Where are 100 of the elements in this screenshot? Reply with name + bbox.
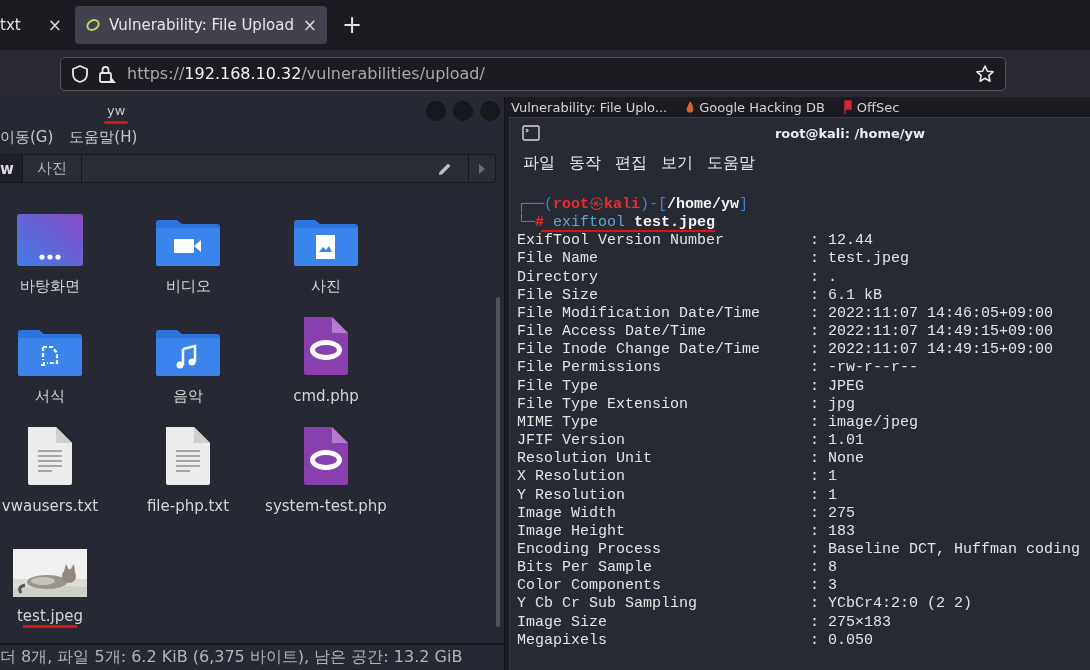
file-name[interactable]: file-php.txt	[146, 496, 230, 515]
prompt-path: /home/yw	[667, 196, 740, 213]
new-tab-button[interactable]: +	[342, 11, 363, 39]
browser-tab[interactable]: txt ×	[0, 6, 72, 44]
file-name[interactable]: 바탕화면	[20, 276, 80, 296]
close-icon[interactable]: ×	[302, 15, 317, 35]
exif-value: : 8	[810, 559, 838, 578]
exif-key: Bits Per Sample	[517, 559, 810, 578]
exif-key: ExifTool Version Number	[517, 232, 810, 251]
template-folder-icon[interactable]	[17, 328, 83, 377]
exif-value: : 2022:11:07 14:46:05+09:00	[810, 304, 1055, 324]
exif-value: : 1.01	[810, 432, 865, 451]
file-name[interactable]: test.jpeg	[17, 606, 83, 625]
exif-value: : 6.1 kB	[810, 286, 883, 305]
exif-value: : test.jpeg	[810, 250, 911, 269]
exif-key: Image Size	[517, 613, 810, 632]
caret-icon	[478, 162, 486, 175]
exif-value: : Baseline DCT, Huffman coding	[810, 540, 1082, 560]
exif-key: File Access Date/Time	[517, 323, 810, 342]
menu-item[interactable]: 편집	[615, 152, 647, 174]
path-segment[interactable]: 사진	[22, 155, 82, 182]
exif-key: Y Cb Cr Sub Sampling	[517, 595, 810, 614]
flame-icon	[685, 100, 696, 114]
exif-key: File Type Extension	[517, 395, 810, 414]
exif-key: Encoding Process	[517, 540, 810, 560]
menu-item[interactable]: 도움말(H)	[69, 128, 138, 148]
exif-key: X Resolution	[517, 468, 810, 487]
exif-value: : jpg	[810, 395, 856, 414]
exif-value: : 0.050	[810, 631, 874, 650]
exif-value: : image/jpeg	[810, 413, 920, 433]
exif-value: : 1	[810, 468, 838, 487]
exif-value: : -rw-r--r--	[810, 359, 920, 378]
exif-value: : 275×183	[810, 613, 892, 632]
exif-key: File Size	[517, 286, 810, 305]
prompt-frame: ┌──(	[517, 196, 553, 213]
file-name[interactable]: 사진	[311, 276, 341, 296]
desktop-folder-icon[interactable]	[16, 212, 84, 267]
file-name[interactable]: system-test.php	[265, 496, 387, 515]
terminal-icon	[522, 125, 540, 141]
text-file-icon[interactable]	[26, 424, 74, 487]
video-folder-icon[interactable]	[155, 218, 221, 267]
exif-value: : 2022:11:07 14:49:15+09:00	[810, 341, 1055, 360]
status-text: 더 8개, 파일 5개: 6.2 KiB (6,375 바이트), 남은 공간: 13.2 GiB	[0, 646, 463, 668]
bookmark[interactable]: Google Hacking DB	[685, 99, 825, 115]
address-field[interactable]: https://192.168.10.32/vulnerabilities/upload/	[60, 56, 1006, 91]
command-argument: test.jpeg	[634, 214, 716, 232]
shield-icon[interactable]	[71, 63, 89, 84]
music-folder-icon[interactable]	[155, 328, 221, 377]
exif-value: : None	[810, 450, 865, 469]
exif-key: Y Resolution	[517, 486, 810, 505]
bookmark[interactable]: Vulnerability: File Uplo...	[511, 99, 668, 115]
exif-key: File Name	[517, 250, 810, 269]
menu-item[interactable]: 이동(G)	[0, 128, 54, 148]
site-icon	[85, 17, 101, 33]
exif-key: File Type	[517, 377, 810, 396]
file-name[interactable]: cmd.php	[293, 386, 359, 405]
script-file-icon[interactable]	[302, 314, 350, 377]
close-icon[interactable]: ×	[47, 15, 62, 35]
exif-value: : 12.44	[810, 232, 874, 251]
picture-folder-icon[interactable]	[293, 218, 359, 267]
exif-key: MIME Type	[517, 413, 810, 433]
exif-key: Megapixels	[517, 631, 810, 650]
exif-value: : JPEG	[810, 377, 865, 396]
path-segment[interactable]: w	[0, 155, 23, 182]
bookmark[interactable]: OffSec	[842, 99, 900, 115]
text-file-icon[interactable]	[164, 424, 212, 487]
exif-key: Image Height	[517, 522, 810, 541]
script-file-icon[interactable]	[302, 424, 350, 487]
exif-value: : 275	[810, 504, 856, 523]
exif-key: File Modification Date/Time	[517, 304, 810, 324]
star-icon[interactable]	[975, 63, 995, 84]
menu-item[interactable]: 파일	[523, 152, 555, 174]
window-title: root@kali: /home/yw	[773, 125, 927, 141]
file-name[interactable]: 서식	[35, 386, 65, 406]
exif-key: Directory	[517, 268, 810, 287]
exif-value: : 1	[810, 486, 838, 505]
prompt-frame: └─	[517, 214, 535, 232]
file-name[interactable]: vwausers.txt	[1, 496, 99, 515]
prompt-frame: )-[	[640, 196, 668, 213]
prompt-user: root	[553, 196, 590, 213]
prompt-symbol: ㉿	[589, 196, 605, 213]
exif-key: File Inode Change Date/Time	[517, 341, 810, 360]
exif-value: : 183	[810, 522, 856, 541]
exif-value: : YCbCr4:2:0 (2 2)	[810, 595, 974, 614]
file-name[interactable]: 비디오	[165, 276, 211, 296]
menu-item[interactable]: 도움말	[707, 152, 755, 174]
url-text: https://192.168.10.32/vulnerabilities/upload/	[127, 64, 485, 83]
lock-icon[interactable]	[97, 63, 117, 84]
command-name: exiftool	[553, 214, 626, 232]
menu-item[interactable]: 보기	[661, 152, 693, 174]
window-title: yw	[107, 103, 126, 119]
exif-key: Image Width	[517, 504, 810, 523]
browser-tab[interactable]: Vulnerability: File Upload ×	[75, 6, 327, 44]
file-name[interactable]: 음악	[173, 386, 203, 406]
exif-value: : .	[810, 268, 838, 287]
flag-icon	[842, 100, 853, 114]
menu-item[interactable]: 동작	[569, 152, 601, 174]
scrollbar[interactable]	[496, 297, 500, 627]
prompt-host: kali	[604, 196, 641, 213]
exif-value: : 3	[810, 577, 838, 596]
